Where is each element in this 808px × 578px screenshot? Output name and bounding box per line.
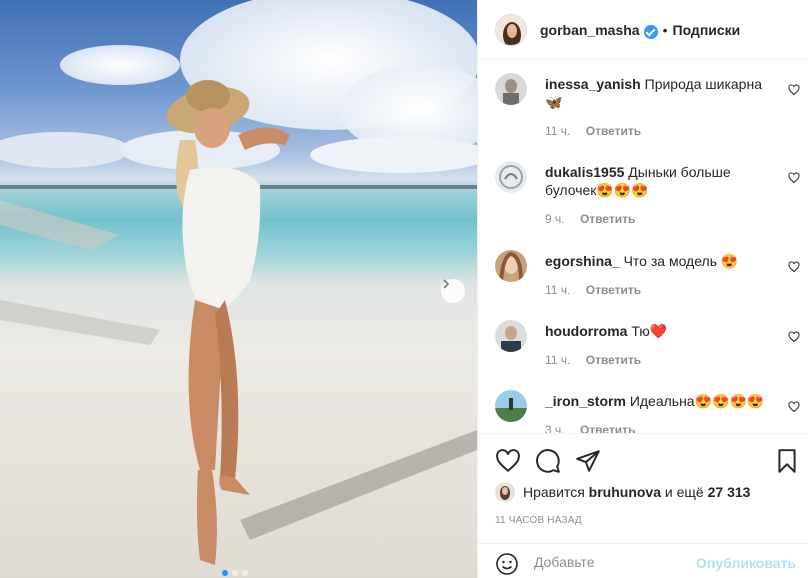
bookmark-icon[interactable]	[774, 448, 800, 474]
comment-time: 11 ч.	[545, 124, 571, 138]
carousel-dot	[222, 570, 228, 576]
likes-count[interactable]: 27 313	[708, 484, 751, 500]
header-separator: •	[662, 21, 668, 38]
post-photo[interactable]	[0, 0, 477, 578]
post-actions: Нравится bruhunova и ещё 27 313 11 ЧАСОВ…	[478, 433, 808, 543]
comment-text: Идеальна😍😍😍😍	[629, 393, 765, 409]
add-comment-bar: Опубликовать	[478, 543, 808, 578]
likes-prefix: Нравится	[523, 484, 585, 500]
comment-icon[interactable]	[535, 448, 561, 474]
carousel-dot	[242, 570, 248, 576]
comment-meta: 11 ч. Ответить	[545, 283, 641, 297]
beach-photo-illustration	[0, 0, 477, 565]
comment-item: houdorroma Тю❤️ 11 ч. Ответить	[495, 320, 808, 370]
author-avatar[interactable]	[495, 13, 527, 46]
commenter-avatar[interactable]	[495, 250, 527, 282]
author-username[interactable]: gorban_masha	[540, 22, 640, 38]
liker-username[interactable]: bruhunova	[589, 484, 661, 500]
commenter-avatar[interactable]	[495, 390, 527, 422]
carousel-indicator	[222, 570, 248, 576]
comment-input[interactable]	[534, 554, 694, 570]
reply-button[interactable]: Ответить	[586, 124, 641, 138]
commenter-avatar[interactable]	[495, 73, 527, 105]
commenter-username[interactable]: dukalis1955	[545, 164, 624, 180]
like-comment-heart-icon[interactable]	[788, 84, 800, 96]
comment-body: _iron_storm Идеальна😍😍😍😍	[545, 392, 768, 410]
comment-item: _iron_storm Идеальна😍😍😍😍 3 ч. Ответить	[495, 390, 808, 433]
commenter-avatar[interactable]	[495, 320, 527, 352]
verified-badge-icon	[643, 24, 658, 39]
publish-button[interactable]: Опубликовать	[696, 555, 796, 571]
comment-meta: 3 ч. Ответить	[545, 423, 635, 433]
commenter-username[interactable]: _iron_storm	[545, 393, 626, 409]
post-header: gorban_masha • Подписки	[478, 0, 808, 60]
following-button[interactable]: Подписки	[673, 22, 741, 38]
heart-icon[interactable]	[495, 448, 521, 474]
comment-time: 11 ч.	[545, 353, 571, 367]
carousel-dot	[232, 570, 238, 576]
comment-item: dukalis1955 Дыньки больше булочек😍😍😍 9 ч…	[495, 161, 808, 231]
comment-meta: 11 ч. Ответить	[545, 353, 641, 367]
comment-body: dukalis1955 Дыньки больше булочек😍😍😍	[545, 163, 768, 199]
comment-text: Что за модель 😍	[623, 253, 739, 269]
reply-button[interactable]: Ответить	[580, 423, 635, 433]
reply-button[interactable]: Ответить	[586, 353, 641, 367]
comment-text: Тю❤️	[631, 323, 668, 339]
likes-summary: Нравится bruhunova и ещё 27 313	[495, 482, 750, 502]
comment-item: egorshina_ Что за модель 😍 11 ч. Ответит…	[495, 250, 808, 300]
comment-time: 9 ч.	[545, 212, 565, 226]
commenter-avatar[interactable]	[495, 161, 527, 193]
like-comment-heart-icon[interactable]	[788, 261, 800, 273]
comment-meta: 11 ч. Ответить	[545, 124, 641, 138]
chevron-right-icon	[443, 279, 450, 289]
reply-button[interactable]: Ответить	[586, 283, 641, 297]
comment-body: houdorroma Тю❤️	[545, 322, 768, 340]
paper-plane-icon[interactable]	[575, 448, 601, 474]
liker-avatar[interactable]	[495, 482, 515, 502]
smiley-icon[interactable]	[495, 552, 519, 576]
comments-list[interactable]: inessa_yanish Природа шикарна 🦋 11 ч. От…	[478, 60, 808, 433]
like-comment-heart-icon[interactable]	[788, 401, 800, 413]
reply-button[interactable]: Ответить	[580, 212, 635, 226]
commenter-username[interactable]: houdorroma	[545, 323, 627, 339]
post-sidebar: gorban_masha • Подписки inessa_yanish Пр…	[477, 0, 808, 578]
commenter-username[interactable]: egorshina_	[545, 253, 620, 269]
comment-item: inessa_yanish Природа шикарна 🦋 11 ч. От…	[495, 73, 808, 143]
post-timestamp[interactable]: 11 ЧАСОВ НАЗАД	[495, 515, 582, 526]
comment-time: 3 ч.	[545, 423, 565, 433]
comment-body: egorshina_ Что за модель 😍	[545, 252, 768, 270]
commenter-username[interactable]: inessa_yanish	[545, 76, 641, 92]
comment-body: inessa_yanish Природа шикарна 🦋	[545, 75, 768, 111]
comment-time: 11 ч.	[545, 283, 571, 297]
next-slide-button[interactable]	[441, 279, 465, 303]
comment-meta: 9 ч. Ответить	[545, 212, 635, 226]
like-comment-heart-icon[interactable]	[788, 331, 800, 343]
like-comment-heart-icon[interactable]	[788, 172, 800, 184]
likes-suffix: и ещё	[664, 484, 704, 500]
